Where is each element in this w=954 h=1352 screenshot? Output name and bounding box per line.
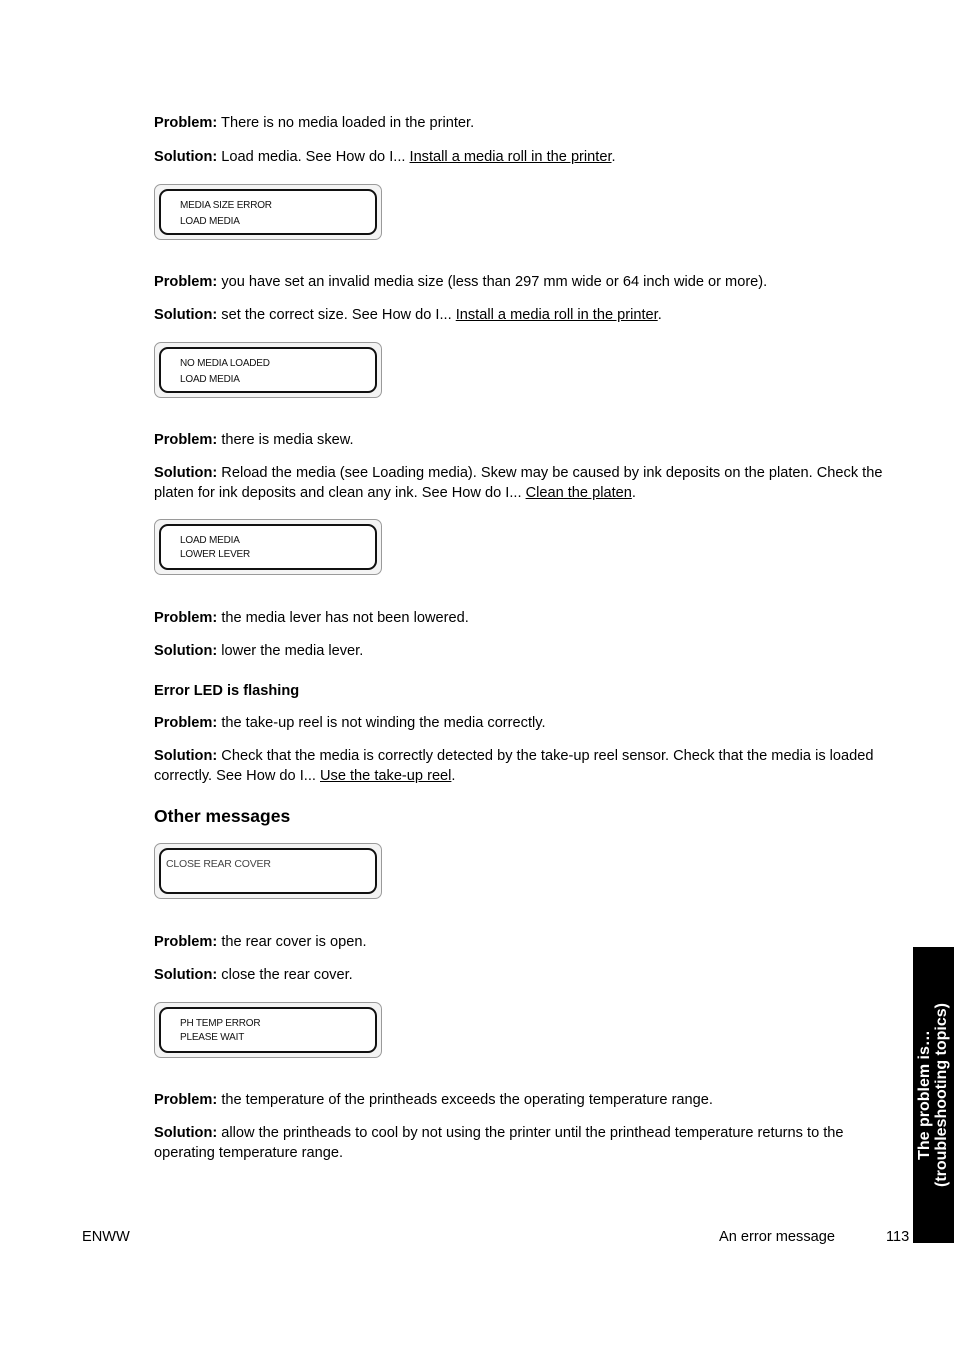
solution-text: Solution: lower the media lever. <box>154 643 364 659</box>
solution-text: Solution: Load media. See How do I... In… <box>154 149 616 165</box>
problem-text: Problem: there is media skew. <box>154 432 354 448</box>
problem-text: Problem: the media lever has not been lo… <box>154 610 469 626</box>
install-media-roll-link[interactable]: Install a media roll in the printer <box>410 149 612 165</box>
problem-text: Problem: There is no media loaded in the… <box>154 115 475 131</box>
chapter-side-tab-label: The problem is… (troubleshooting topics) <box>916 1003 950 1187</box>
other-messages-heading: Other messages <box>154 806 291 826</box>
chapter-side-tab: The problem is… (troubleshooting topics) <box>913 947 954 1243</box>
solution-text: Solution: close the rear cover. <box>154 967 353 983</box>
solution-text: Solution: Check that the media is correc… <box>154 748 874 784</box>
solution-text: Solution: allow the printheads to cool b… <box>154 1125 844 1161</box>
lcd-line: CLOSE REAR COVER <box>166 858 271 870</box>
footer-left-label: ENWW <box>82 1229 130 1245</box>
lcd-line: PLEASE WAIT <box>180 1032 245 1043</box>
lcd-line: LOWER LEVER <box>180 549 251 560</box>
problem-text: Problem: the take-up reel is not winding… <box>154 715 546 731</box>
lcd-panel-ph-temp-error: PH TEMP ERROR PLEASE WAIT <box>154 1002 382 1058</box>
solution-text: Solution: Reload the media (see Loading … <box>154 465 883 501</box>
lcd-line: PH TEMP ERROR <box>180 1018 261 1029</box>
problem-text: Problem: you have set an invalid media s… <box>154 274 768 290</box>
lcd-panel-load-media-lower-lever: LOAD MEDIA LOWER LEVER <box>154 519 382 575</box>
clean-platen-link[interactable]: Clean the platen <box>526 485 632 501</box>
use-take-up-reel-link[interactable]: Use the take-up reel <box>320 768 451 784</box>
lcd-panel-no-media-loaded: NO MEDIA LOADED LOAD MEDIA <box>154 342 382 398</box>
lcd-line: LOAD MEDIA <box>180 216 240 227</box>
lcd-panel-media-size-error: MEDIA SIZE ERROR LOAD MEDIA <box>154 184 382 240</box>
footer-section-title: An error message <box>719 1229 835 1245</box>
problem-text: Problem: the temperature of the printhea… <box>154 1092 713 1108</box>
lcd-panel-close-rear-cover: CLOSE REAR COVER <box>154 843 382 899</box>
footer-page-number: 113 <box>886 1229 910 1245</box>
error-led-heading: Error LED is flashing <box>154 683 300 699</box>
problem-text: Problem: the rear cover is open. <box>154 934 367 950</box>
lcd-line: MEDIA SIZE ERROR <box>180 200 272 211</box>
lcd-line: LOAD MEDIA <box>180 535 240 546</box>
solution-text: Solution: set the correct size. See How … <box>154 307 662 323</box>
install-media-roll-link[interactable]: Install a media roll in the printer <box>456 307 658 323</box>
lcd-line: LOAD MEDIA <box>180 374 240 385</box>
lcd-line: NO MEDIA LOADED <box>180 358 270 369</box>
